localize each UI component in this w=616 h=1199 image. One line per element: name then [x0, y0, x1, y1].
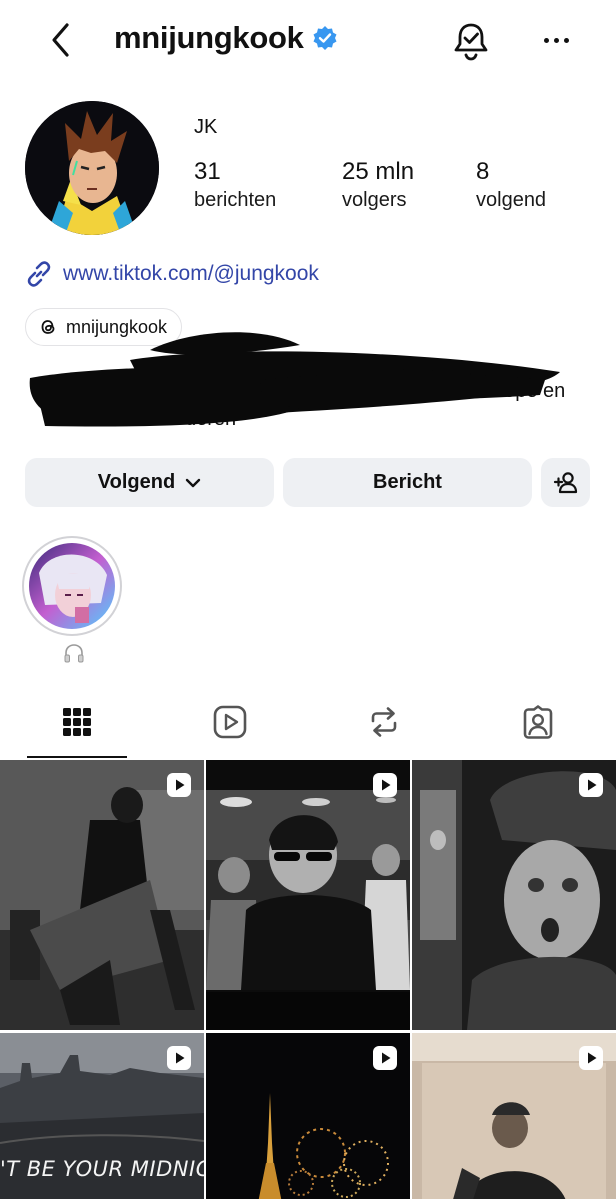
tab-reposts[interactable] [364, 702, 404, 742]
grid-post[interactable] [412, 1033, 616, 1199]
reels-icon [213, 705, 247, 739]
post-thumbnail [206, 760, 410, 1030]
post-thumbnail [0, 760, 204, 1030]
reel-indicator-icon [167, 773, 191, 797]
profile-tabs [0, 690, 616, 758]
reel-indicator-icon [579, 1046, 603, 1070]
headphones-icon [64, 644, 84, 663]
redaction-scribble [29, 332, 560, 427]
post-thumbnail [412, 760, 616, 1030]
tab-tagged[interactable] [518, 702, 558, 742]
reel-indicator-icon [167, 1046, 191, 1070]
reposts-icon [371, 707, 397, 737]
grid-post[interactable] [206, 760, 410, 1030]
reel-indicator-icon [373, 773, 397, 797]
grid-post[interactable] [412, 760, 616, 1030]
grid-icon [63, 708, 91, 736]
grid-post[interactable] [206, 1033, 410, 1199]
message-label: Bericht [373, 471, 442, 493]
active-tab-indicator [27, 756, 127, 758]
message-button[interactable]: Bericht [283, 458, 532, 507]
story-highlight[interactable] [22, 536, 122, 636]
grid-post[interactable]: 'T BE YOUR MIDNIGHT [0, 1033, 204, 1199]
add-user-icon [553, 471, 577, 493]
following-button[interactable]: Volgend [25, 458, 274, 507]
chevron-down-icon [186, 478, 201, 487]
following-label: Volgend [97, 471, 176, 493]
reel-indicator-icon [373, 1046, 397, 1070]
tagged-icon [523, 705, 553, 739]
tab-reels[interactable] [210, 702, 250, 742]
highlight-image [29, 543, 115, 629]
suggest-users-button[interactable] [541, 458, 590, 507]
tab-posts[interactable] [57, 702, 97, 742]
highlight-cover [29, 543, 115, 629]
reel-indicator-icon [579, 773, 603, 797]
post-overlay-text: 'T BE YOUR MIDNIGHT [0, 1157, 204, 1181]
grid-post[interactable] [0, 760, 204, 1030]
